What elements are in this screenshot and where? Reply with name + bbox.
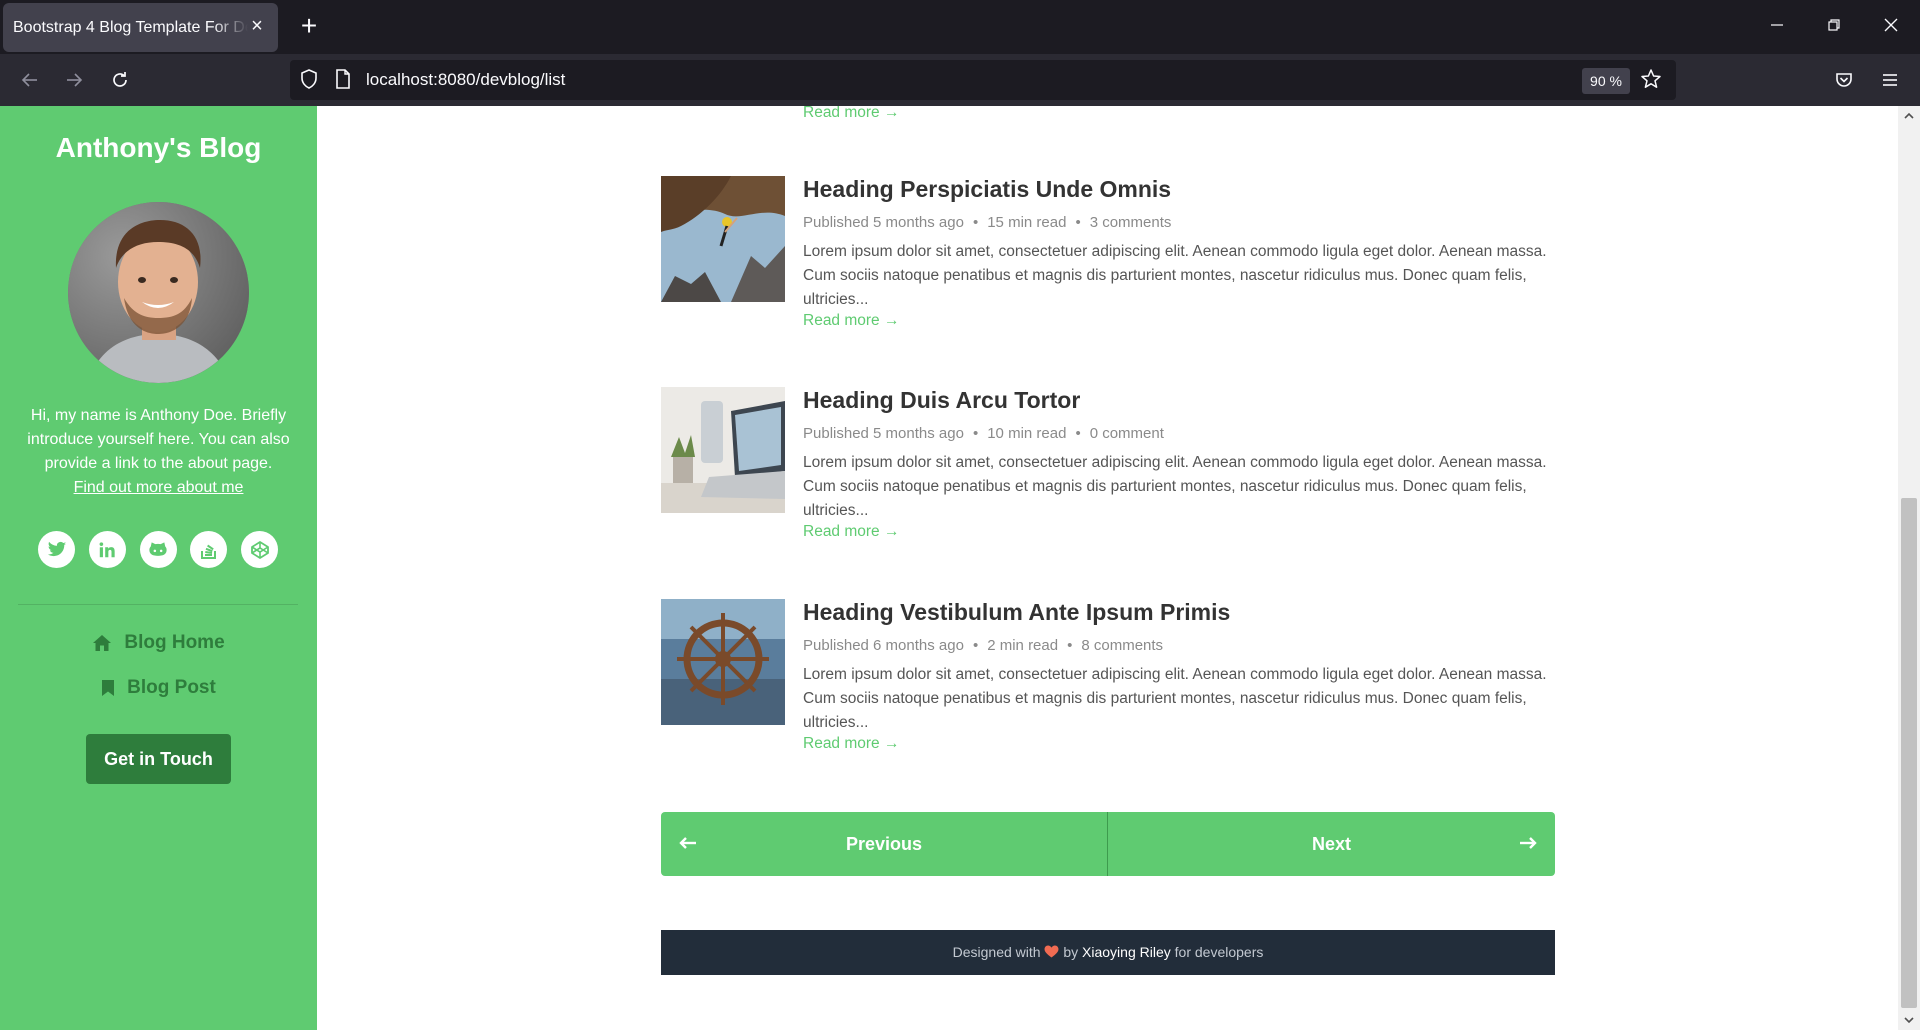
sidebar-item-label: Blog Home [124,632,225,653]
post-read-time: 15 min read [987,214,1067,231]
scroll-down-icon[interactable] [1898,1010,1920,1030]
zoom-level-badge[interactable]: 90 % [1582,68,1630,94]
bio: Hi, my name is Anthony Doe. Briefly intr… [22,404,295,500]
post-read-time: 10 min read [987,425,1067,442]
back-icon[interactable] [14,64,46,96]
pagination: Previous Next [661,812,1555,876]
codepen-icon[interactable] [241,531,278,568]
linkedin-icon[interactable] [88,531,126,568]
footer: Designed with by Xiaoying Riley for deve… [661,930,1555,975]
arrow-left-icon [679,812,697,876]
about-link[interactable]: Find out more about me [22,476,295,500]
browser-tab[interactable]: Bootstrap 4 Blog Template For Developers… [3,3,278,52]
post-comments[interactable]: 8 comments [1081,637,1163,654]
footer-prefix: Designed with [952,944,1041,960]
avatar [68,202,249,383]
forward-icon[interactable] [58,64,90,96]
restore-icon[interactable] [1819,12,1849,42]
post-meta: Published 5 months ago • 10 min read • 0 com… [803,425,1164,442]
minimize-icon[interactable] [1762,12,1792,42]
list-item: Heading Duis Arcu Tortor Published 5 mon… [661,387,1555,567]
previous-label: Previous [845,834,923,854]
footer-suffix: for developers [1174,944,1264,960]
sidebar-item-blog-post[interactable]: Blog Post [0,677,317,699]
post-meta: Published 6 months ago • 2 min read • 8 comm… [803,637,1164,654]
post-title[interactable]: Heading Perspiciatis Unde Omnis [803,176,1171,203]
post-thumbnail[interactable] [661,387,785,513]
post-meta: Published 5 months ago • 15 min read • 3 com… [803,214,1172,231]
tab-close-icon[interactable]: × [246,15,268,37]
post-title[interactable]: Heading Vestibulum Ante Ipsum Primis [803,599,1230,626]
read-more-link[interactable]: Read more → [803,735,899,753]
new-tab-icon[interactable]: + [294,12,324,42]
pocket-icon[interactable] [1828,64,1860,96]
read-more-link[interactable]: Read more → [803,312,899,330]
post-excerpt: Lorem ipsum dolor sit amet, consectetuer… [803,454,1547,519]
scroll-up-icon[interactable] [1898,106,1920,126]
read-more-link[interactable]: Read more → [803,106,899,122]
post-comments[interactable]: 3 comments [1090,214,1172,231]
main-content: Read more → Heading Perspiciatis Unde Om… [317,106,1898,1030]
get-in-touch-button[interactable]: Get in Touch [86,734,231,784]
footer-by: by [1063,944,1079,960]
scrollbar-thumb[interactable] [1901,498,1917,1008]
next-button[interactable]: Next [1108,812,1555,876]
browser-nav-bar: localhost:8080/devblog/list 90 % [0,54,1920,106]
bookmark-icon [101,679,115,697]
bookmark-star-icon[interactable] [1640,68,1664,92]
url-text[interactable]: localhost:8080/devblog/list [366,70,565,90]
sidebar: Anthony's Blog Hi, my name is Anthony Do… [0,106,317,1030]
list-item: Heading Vestibulum Ante Ipsum Primis Pub… [661,599,1555,779]
url-bar[interactable]: localhost:8080/devblog/list 90 % [290,60,1676,100]
author-link[interactable]: Xiaoying Riley [1082,944,1171,960]
sidebar-item-label: Blog Post [127,677,216,698]
menu-icon[interactable] [1874,64,1906,96]
previous-button[interactable]: Previous [661,812,1108,876]
bio-text: Hi, my name is Anthony Doe. Briefly intr… [27,407,290,472]
close-window-icon[interactable] [1876,12,1906,42]
blog-name[interactable]: Anthony's Blog [0,132,317,164]
tab-title: Bootstrap 4 Blog Template For Developers [13,18,248,36]
social-links [38,531,278,569]
page-viewport: Anthony's Blog Hi, my name is Anthony Do… [0,106,1920,1030]
page-info-icon[interactable] [332,68,356,92]
post-date: Published 5 months ago [803,214,964,231]
github-icon[interactable] [139,531,177,568]
post-excerpt: Lorem ipsum dolor sit amet, consectetuer… [803,243,1547,308]
read-more-link[interactable]: Read more → [803,523,899,541]
sidebar-divider [18,604,298,605]
post-comments[interactable]: 0 comment [1090,425,1164,442]
twitter-icon[interactable] [38,531,75,568]
next-label: Next [1311,834,1351,854]
reload-icon[interactable] [104,64,136,96]
post-excerpt: Lorem ipsum dolor sit amet, consectetuer… [803,666,1547,731]
list-item: Heading Perspiciatis Unde Omnis Publishe… [661,176,1555,356]
tracking-shield-icon[interactable] [298,68,322,92]
browser-tab-bar: Bootstrap 4 Blog Template For Developers… [0,0,1920,54]
post-read-time: 2 min read [987,637,1059,654]
stack-overflow-icon[interactable] [190,531,228,568]
home-icon [92,634,112,652]
post-date: Published 5 months ago [803,425,964,442]
post-title[interactable]: Heading Duis Arcu Tortor [803,387,1080,414]
sidebar-item-blog-home[interactable]: Blog Home [0,632,317,654]
arrow-right-icon [1519,812,1537,876]
post-thumbnail[interactable] [661,176,785,302]
post-thumbnail[interactable] [661,599,785,725]
heart-icon [1044,944,1063,960]
post-date: Published 6 months ago [803,637,964,654]
page-scrollbar[interactable] [1898,106,1920,1030]
